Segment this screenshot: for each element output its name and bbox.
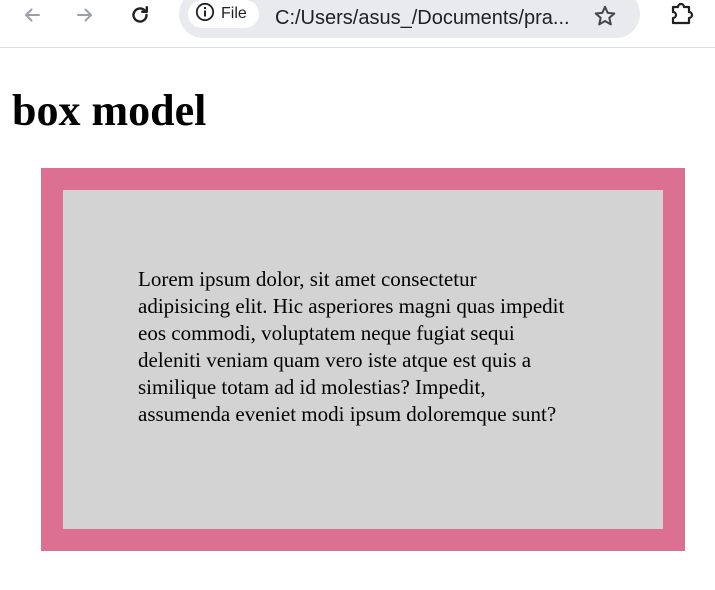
page-title: box model: [12, 86, 207, 135]
browser-toolbar: File C:/Users/asus_/Documents/pra...: [0, 0, 715, 48]
star-icon: [593, 4, 617, 33]
forward-button[interactable]: [67, 0, 103, 30]
back-button[interactable]: [14, 0, 50, 30]
url-text[interactable]: C:/Users/asus_/Documents/pra...: [275, 4, 577, 32]
bookmark-button[interactable]: [591, 4, 619, 32]
reload-button[interactable]: [122, 0, 158, 30]
box-content-area: Lorem ipsum dolor, sit amet consectetur …: [63, 190, 663, 529]
forward-arrow-icon: [75, 5, 95, 25]
box-border: Lorem ipsum dolor, sit amet consectetur …: [41, 168, 685, 551]
site-info-label: File: [221, 5, 247, 22]
box-paragraph: Lorem ipsum dolor, sit amet consectetur …: [138, 267, 565, 426]
extensions-button[interactable]: [664, 0, 700, 30]
site-info-chip[interactable]: File: [188, 0, 259, 28]
page-content: box model Lorem ipsum dolor, sit amet co…: [0, 48, 715, 590]
puzzle-piece-icon: [669, 0, 695, 31]
reload-icon: [129, 4, 151, 26]
back-arrow-icon: [22, 5, 42, 25]
info-icon: [195, 2, 215, 27]
address-bar[interactable]: File C:/Users/asus_/Documents/pra...: [179, 0, 640, 38]
